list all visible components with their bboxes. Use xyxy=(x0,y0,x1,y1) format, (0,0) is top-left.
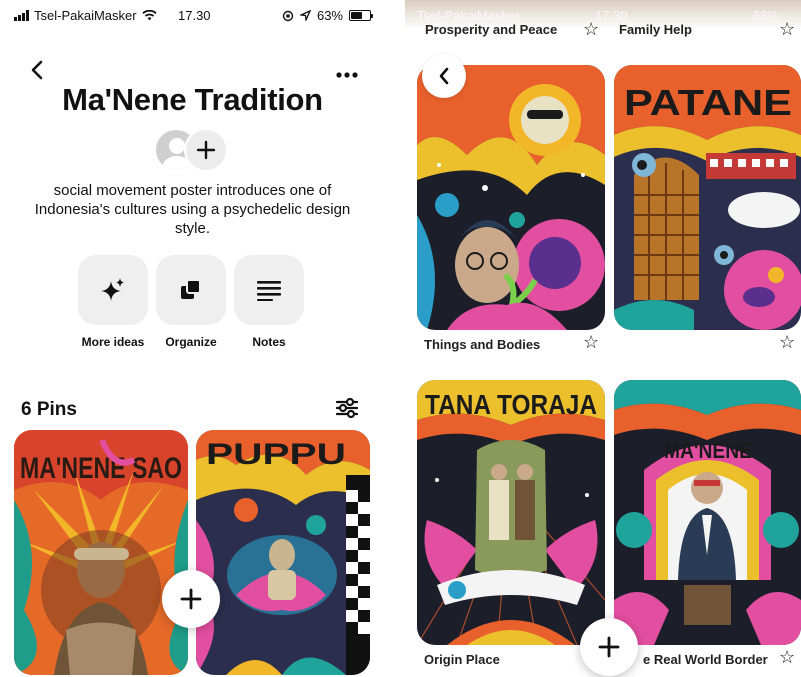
clock: 17.30 xyxy=(178,8,211,23)
pin-card[interactable]: TANA TORAJA xyxy=(417,380,605,645)
pin-image: MA'NENE SAO xyxy=(14,430,188,675)
pin-title: Things and Bodies xyxy=(424,337,541,352)
clock: 17.30 xyxy=(595,8,628,23)
location-icon xyxy=(299,10,311,21)
notes-tile xyxy=(234,255,304,325)
star-icon[interactable]: ☆ xyxy=(779,648,795,666)
chevron-left-icon xyxy=(31,60,43,80)
pin-image: TANA TORAJA xyxy=(417,380,605,645)
battery-percent: 63% xyxy=(752,8,779,23)
pin-art-text: PATANE xyxy=(624,82,792,123)
pin-image: PUPPU xyxy=(196,430,370,675)
star-icon[interactable]: ☆ xyxy=(779,333,795,351)
back-button[interactable] xyxy=(422,54,466,98)
pin-art-text: PUPPU xyxy=(206,438,346,471)
sliders-icon xyxy=(335,397,359,419)
pin-image: PATANE xyxy=(614,65,801,330)
pin-card[interactable]: MA'NENE xyxy=(614,380,801,645)
plus-icon xyxy=(598,636,620,658)
organize-label: Organize xyxy=(165,335,217,349)
more-ideas-screen: Tsel-PakaiMasker 17.30 63% Prosperity an… xyxy=(405,0,801,677)
pin-image xyxy=(417,65,605,330)
notes-icon xyxy=(257,281,281,301)
add-pin-button[interactable] xyxy=(580,618,638,676)
battery-percent: 63% xyxy=(316,8,343,23)
pin-card[interactable]: PATANE xyxy=(614,65,801,330)
more-ideas-tile xyxy=(78,255,148,325)
sparkle-icon xyxy=(101,278,124,301)
signal-icon xyxy=(14,10,29,21)
pin-title: Family Help xyxy=(619,22,692,37)
notes-button[interactable]: Notes xyxy=(234,255,304,349)
wifi-icon xyxy=(141,10,157,21)
carrier-name: Tsel-PakaiMasker xyxy=(417,8,520,23)
plus-icon xyxy=(180,588,202,610)
notes-label: Notes xyxy=(252,335,286,349)
top-bar: Tsel-PakaiMasker 17.30 63% Prosperity an… xyxy=(405,0,801,46)
pin-title: e Real World Border xyxy=(643,652,768,667)
board-title: Ma'Nene Tradition xyxy=(62,82,323,117)
plus-icon xyxy=(196,140,216,160)
chevron-left-icon xyxy=(439,67,449,85)
pin-title: Prosperity and Peace xyxy=(425,22,558,37)
collaborators xyxy=(154,128,234,174)
board-screen: Tsel-PakaiMasker 17.30 63% Ma'Nene Tradi… xyxy=(0,0,385,677)
organize-icon xyxy=(181,279,201,299)
add-collaborator-button[interactable] xyxy=(184,128,228,172)
battery-icon xyxy=(349,10,373,21)
carrier-name: Tsel-PakaiMasker xyxy=(34,8,137,23)
more-ideas-button[interactable]: More ideas xyxy=(78,255,148,349)
pin-image: MA'NENE xyxy=(614,380,801,645)
board-actions: More ideas Organize Notes xyxy=(78,255,304,349)
pins-count: 6 Pins xyxy=(21,399,77,420)
star-icon[interactable]: ☆ xyxy=(779,20,795,38)
pin-art-text: TANA TORAJA xyxy=(425,389,597,420)
pin-card[interactable]: MA'NENE SAO xyxy=(14,430,188,675)
add-pin-button[interactable] xyxy=(162,570,220,628)
more-ideas-label: More ideas xyxy=(81,335,145,349)
star-icon[interactable]: ☆ xyxy=(583,20,599,38)
more-options-button[interactable] xyxy=(336,58,358,84)
orientation-lock-icon xyxy=(282,10,294,21)
ellipsis-icon xyxy=(336,72,358,78)
status-bar: Tsel-PakaiMasker 17.30 63% xyxy=(0,0,385,30)
board-description: social movement poster introduces one of… xyxy=(34,182,351,237)
pin-card[interactable] xyxy=(417,65,605,330)
organize-tile xyxy=(156,255,226,325)
filter-button[interactable] xyxy=(335,397,359,423)
star-icon[interactable]: ☆ xyxy=(583,333,599,351)
pin-title: Origin Place xyxy=(424,652,500,667)
back-button[interactable] xyxy=(30,58,44,84)
pin-art-text: MA'NENE xyxy=(664,438,752,463)
organize-button[interactable]: Organize xyxy=(156,255,226,349)
pin-card[interactable]: PUPPU xyxy=(196,430,370,675)
pin-art-text: MA'NENE SAO xyxy=(20,452,182,485)
